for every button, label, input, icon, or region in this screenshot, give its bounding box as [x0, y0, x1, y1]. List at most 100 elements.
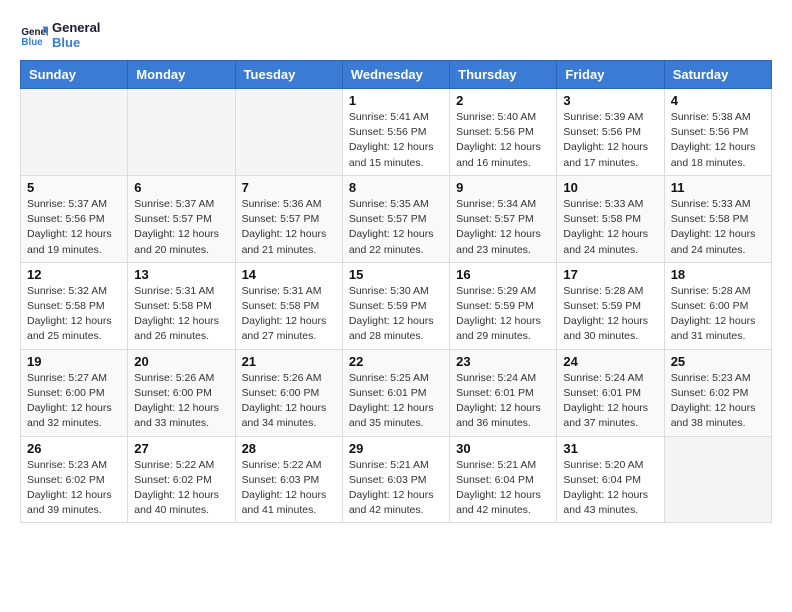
day-number: 11: [671, 180, 765, 195]
logo: General Blue General Blue: [20, 20, 100, 50]
day-number: 16: [456, 267, 550, 282]
day-info: Sunrise: 5:40 AM Sunset: 5:56 PM Dayligh…: [456, 110, 550, 171]
calendar-cell: [664, 436, 771, 523]
day-info: Sunrise: 5:36 AM Sunset: 5:57 PM Dayligh…: [242, 197, 336, 258]
calendar-header-row: SundayMondayTuesdayWednesdayThursdayFrid…: [21, 61, 772, 89]
day-info: Sunrise: 5:25 AM Sunset: 6:01 PM Dayligh…: [349, 371, 443, 432]
day-info: Sunrise: 5:32 AM Sunset: 5:58 PM Dayligh…: [27, 284, 121, 345]
calendar-cell: 20Sunrise: 5:26 AM Sunset: 6:00 PM Dayli…: [128, 349, 235, 436]
day-info: Sunrise: 5:21 AM Sunset: 6:03 PM Dayligh…: [349, 458, 443, 519]
day-number: 31: [563, 441, 657, 456]
day-info: Sunrise: 5:22 AM Sunset: 6:03 PM Dayligh…: [242, 458, 336, 519]
day-number: 5: [27, 180, 121, 195]
day-number: 22: [349, 354, 443, 369]
day-info: Sunrise: 5:24 AM Sunset: 6:01 PM Dayligh…: [456, 371, 550, 432]
day-number: 4: [671, 93, 765, 108]
day-info: Sunrise: 5:28 AM Sunset: 5:59 PM Dayligh…: [563, 284, 657, 345]
calendar-cell: 3 Sunrise: 5:39 AM Sunset: 5:56 PM Daylig…: [557, 89, 664, 176]
calendar-cell: 25 Sunrise: 5:23 AM Sunset: 6:02 PM Dayli…: [664, 349, 771, 436]
calendar-cell: [235, 89, 342, 176]
day-info: Sunrise: 5:29 AM Sunset: 5:59 PM Dayligh…: [456, 284, 550, 345]
day-info: Sunrise: 5:24 AM Sunset: 6:01 PM Dayligh…: [563, 371, 657, 432]
calendar-cell: 2Sunrise: 5:40 AM Sunset: 5:56 PM Daylig…: [450, 89, 557, 176]
calendar-cell: 29 Sunrise: 5:21 AM Sunset: 6:03 PM Dayli…: [342, 436, 449, 523]
calendar-week-row: 12 Sunrise: 5:32 AM Sunset: 5:58 PM Dayli…: [21, 262, 772, 349]
day-info: Sunrise: 5:26 AM Sunset: 6:00 PM Dayligh…: [242, 371, 336, 432]
calendar-week-row: 1 Sunrise: 5:41 AM Sunset: 5:56 PM Daylig…: [21, 89, 772, 176]
day-number: 10: [563, 180, 657, 195]
day-number: 23: [456, 354, 550, 369]
calendar-cell: 24 Sunrise: 5:24 AM Sunset: 6:01 PM Dayli…: [557, 349, 664, 436]
calendar-cell: 30 Sunrise: 5:21 AM Sunset: 6:04 PM Dayli…: [450, 436, 557, 523]
day-info: Sunrise: 5:31 AM Sunset: 5:58 PM Dayligh…: [134, 284, 228, 345]
calendar-cell: 14Sunrise: 5:31 AM Sunset: 5:58 PM Dayli…: [235, 262, 342, 349]
day-info: Sunrise: 5:23 AM Sunset: 6:02 PM Dayligh…: [671, 371, 765, 432]
logo-line2: Blue: [52, 35, 100, 50]
day-number: 3: [563, 93, 657, 108]
calendar-cell: 13Sunrise: 5:31 AM Sunset: 5:58 PM Dayli…: [128, 262, 235, 349]
col-header-wednesday: Wednesday: [342, 61, 449, 89]
day-info: Sunrise: 5:22 AM Sunset: 6:02 PM Dayligh…: [134, 458, 228, 519]
calendar-cell: 11 Sunrise: 5:33 AM Sunset: 5:58 PM Dayli…: [664, 175, 771, 262]
day-number: 25: [671, 354, 765, 369]
calendar-week-row: 5 Sunrise: 5:37 AM Sunset: 5:56 PM Daylig…: [21, 175, 772, 262]
day-info: Sunrise: 5:37 AM Sunset: 5:57 PM Dayligh…: [134, 197, 228, 258]
col-header-sunday: Sunday: [21, 61, 128, 89]
calendar-cell: 4 Sunrise: 5:38 AM Sunset: 5:56 PM Daylig…: [664, 89, 771, 176]
calendar-cell: 7 Sunrise: 5:36 AM Sunset: 5:57 PM Daylig…: [235, 175, 342, 262]
day-info: Sunrise: 5:21 AM Sunset: 6:04 PM Dayligh…: [456, 458, 550, 519]
calendar-week-row: 26Sunrise: 5:23 AM Sunset: 6:02 PM Dayli…: [21, 436, 772, 523]
day-info: Sunrise: 5:38 AM Sunset: 5:56 PM Dayligh…: [671, 110, 765, 171]
day-number: 6: [134, 180, 228, 195]
calendar-cell: 10Sunrise: 5:33 AM Sunset: 5:58 PM Dayli…: [557, 175, 664, 262]
calendar-cell: 8 Sunrise: 5:35 AM Sunset: 5:57 PM Daylig…: [342, 175, 449, 262]
day-info: Sunrise: 5:41 AM Sunset: 5:56 PM Dayligh…: [349, 110, 443, 171]
day-number: 30: [456, 441, 550, 456]
calendar-cell: 31Sunrise: 5:20 AM Sunset: 6:04 PM Dayli…: [557, 436, 664, 523]
day-number: 24: [563, 354, 657, 369]
day-info: Sunrise: 5:30 AM Sunset: 5:59 PM Dayligh…: [349, 284, 443, 345]
day-info: Sunrise: 5:39 AM Sunset: 5:56 PM Dayligh…: [563, 110, 657, 171]
day-number: 9: [456, 180, 550, 195]
day-info: Sunrise: 5:23 AM Sunset: 6:02 PM Dayligh…: [27, 458, 121, 519]
calendar-week-row: 19 Sunrise: 5:27 AM Sunset: 6:00 PM Dayli…: [21, 349, 772, 436]
day-number: 15: [349, 267, 443, 282]
calendar-cell: [128, 89, 235, 176]
day-number: 8: [349, 180, 443, 195]
day-number: 27: [134, 441, 228, 456]
day-info: Sunrise: 5:35 AM Sunset: 5:57 PM Dayligh…: [349, 197, 443, 258]
calendar-cell: 27 Sunrise: 5:22 AM Sunset: 6:02 PM Dayli…: [128, 436, 235, 523]
day-info: Sunrise: 5:28 AM Sunset: 6:00 PM Dayligh…: [671, 284, 765, 345]
col-header-monday: Monday: [128, 61, 235, 89]
day-number: 20: [134, 354, 228, 369]
calendar-cell: 22 Sunrise: 5:25 AM Sunset: 6:01 PM Dayli…: [342, 349, 449, 436]
day-info: Sunrise: 5:27 AM Sunset: 6:00 PM Dayligh…: [27, 371, 121, 432]
calendar-cell: 1 Sunrise: 5:41 AM Sunset: 5:56 PM Daylig…: [342, 89, 449, 176]
day-number: 17: [563, 267, 657, 282]
day-number: 19: [27, 354, 121, 369]
calendar-cell: 12 Sunrise: 5:32 AM Sunset: 5:58 PM Dayli…: [21, 262, 128, 349]
day-info: Sunrise: 5:34 AM Sunset: 5:57 PM Dayligh…: [456, 197, 550, 258]
day-number: 29: [349, 441, 443, 456]
day-number: 1: [349, 93, 443, 108]
calendar-cell: 17 Sunrise: 5:28 AM Sunset: 5:59 PM Dayli…: [557, 262, 664, 349]
calendar-cell: 21 Sunrise: 5:26 AM Sunset: 6:00 PM Dayli…: [235, 349, 342, 436]
calendar-cell: 19 Sunrise: 5:27 AM Sunset: 6:00 PM Dayli…: [21, 349, 128, 436]
col-header-saturday: Saturday: [664, 61, 771, 89]
day-info: Sunrise: 5:33 AM Sunset: 5:58 PM Dayligh…: [671, 197, 765, 258]
day-info: Sunrise: 5:31 AM Sunset: 5:58 PM Dayligh…: [242, 284, 336, 345]
col-header-thursday: Thursday: [450, 61, 557, 89]
logo-icon: General Blue: [20, 21, 48, 49]
day-number: 21: [242, 354, 336, 369]
calendar-cell: 15 Sunrise: 5:30 AM Sunset: 5:59 PM Dayli…: [342, 262, 449, 349]
day-number: 7: [242, 180, 336, 195]
day-number: 12: [27, 267, 121, 282]
calendar-cell: 6 Sunrise: 5:37 AM Sunset: 5:57 PM Daylig…: [128, 175, 235, 262]
col-header-tuesday: Tuesday: [235, 61, 342, 89]
calendar-cell: 5 Sunrise: 5:37 AM Sunset: 5:56 PM Daylig…: [21, 175, 128, 262]
calendar-table: SundayMondayTuesdayWednesdayThursdayFrid…: [20, 60, 772, 523]
calendar-cell: [21, 89, 128, 176]
day-info: Sunrise: 5:37 AM Sunset: 5:56 PM Dayligh…: [27, 197, 121, 258]
calendar-cell: 16 Sunrise: 5:29 AM Sunset: 5:59 PM Dayli…: [450, 262, 557, 349]
calendar-cell: 23 Sunrise: 5:24 AM Sunset: 6:01 PM Dayli…: [450, 349, 557, 436]
